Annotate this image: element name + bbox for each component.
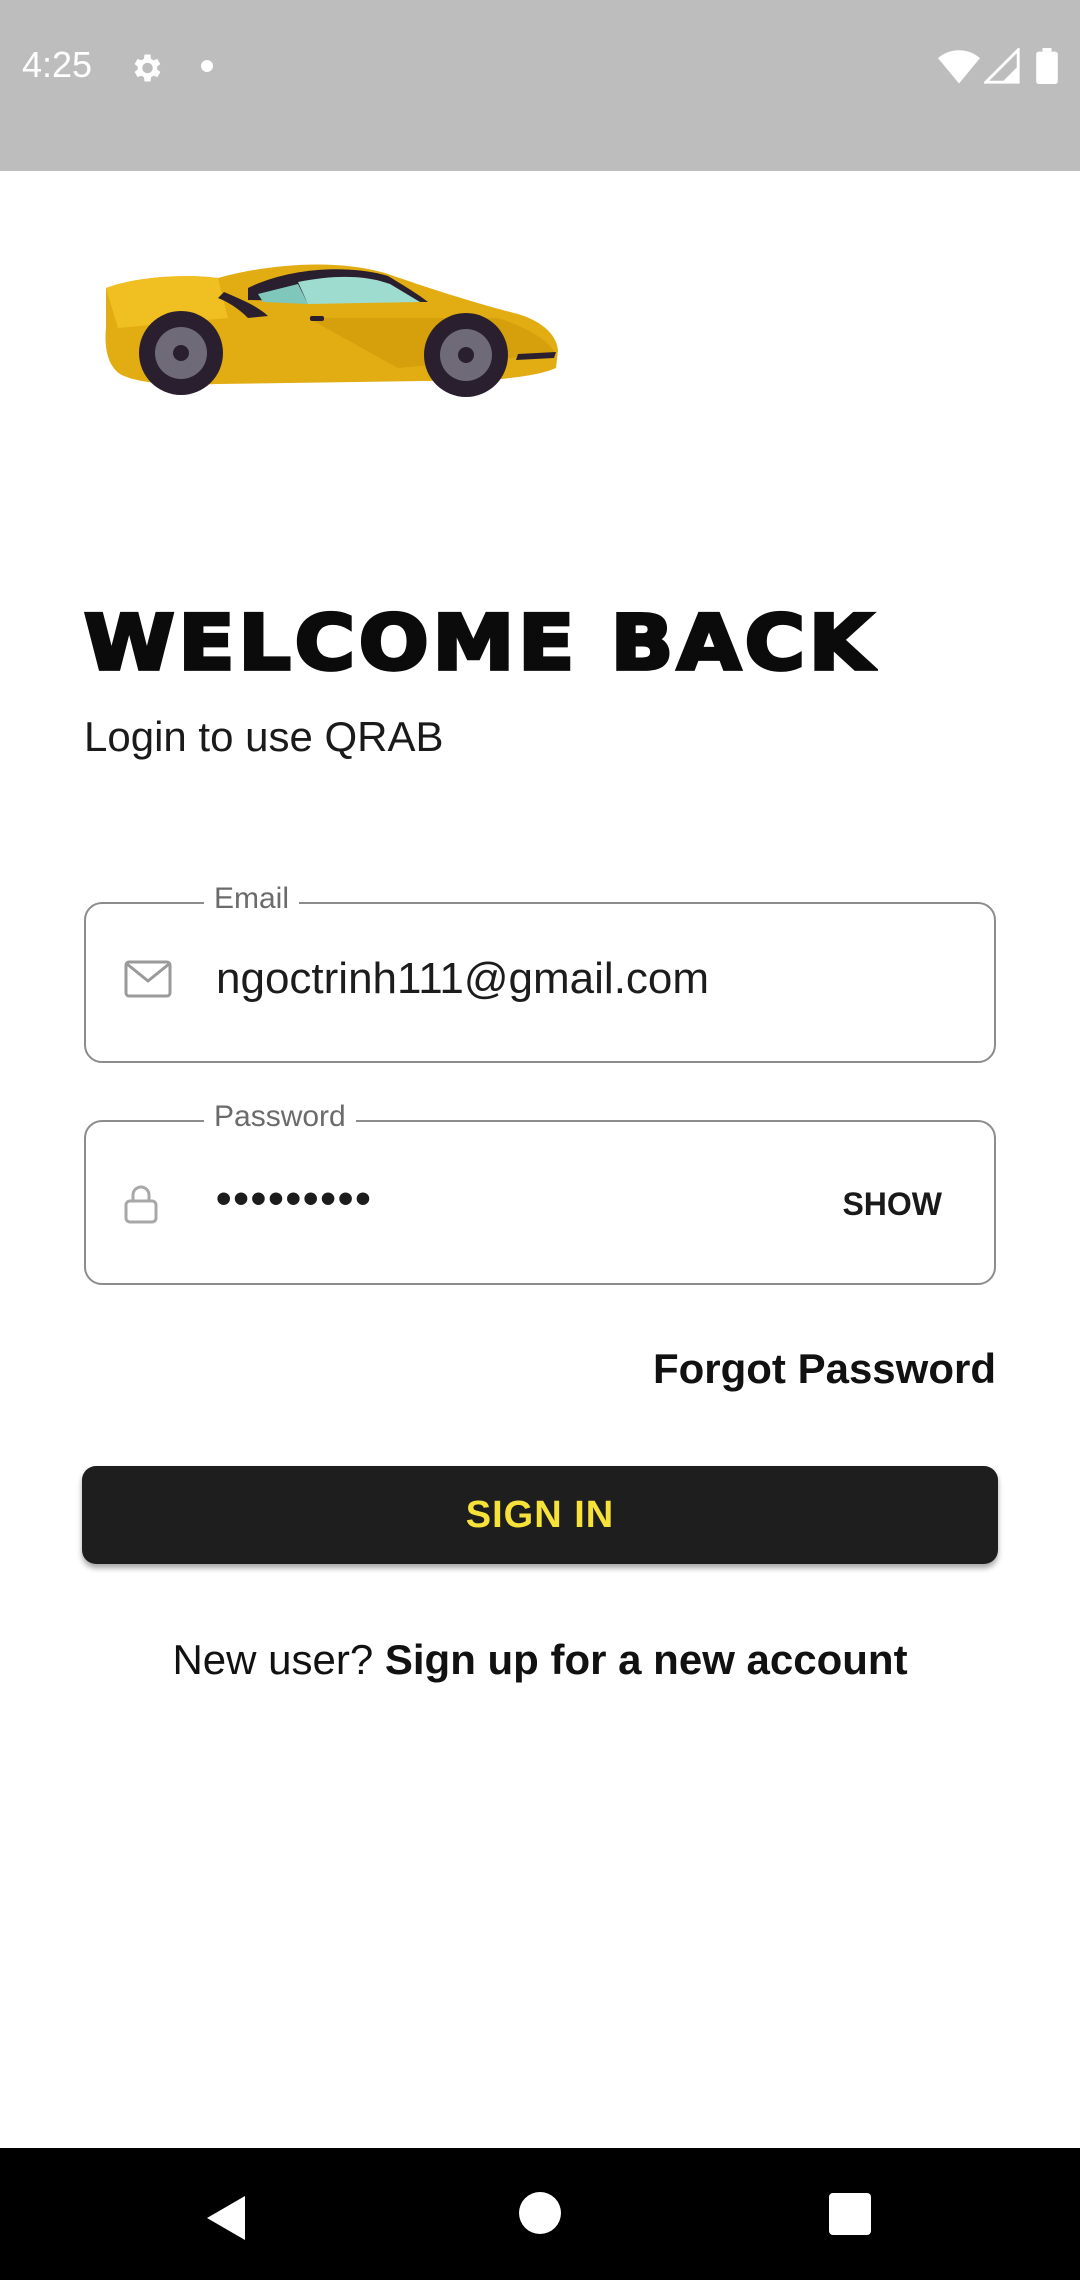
- forgot-password-link[interactable]: Forgot Password: [653, 1345, 996, 1393]
- status-time: 4:25: [22, 44, 93, 85]
- signup-prefix: New user?: [172, 1636, 385, 1683]
- back-icon[interactable]: [205, 2194, 247, 2247]
- wifi-icon: [938, 48, 980, 89]
- gear-icon: [128, 50, 164, 91]
- page-subtitle: Login to use QRAB: [84, 713, 444, 760]
- sports-car-icon: [98, 258, 562, 407]
- sign-in-button[interactable]: SIGN IN: [82, 1466, 998, 1564]
- show-password-button[interactable]: SHOW: [842, 1186, 942, 1223]
- email-field-label: Email: [204, 882, 300, 916]
- page-title: WELCOME BACK: [82, 598, 877, 689]
- password-field[interactable]: Password ••••••••• SHOW: [84, 1100, 996, 1285]
- signup-row: New user? Sign up for a new account: [0, 1636, 1080, 1684]
- signal-icon: [982, 46, 1020, 89]
- notification-dot-icon: [201, 60, 213, 72]
- mail-icon: [124, 960, 172, 1003]
- password-field-label: Password: [204, 1100, 356, 1134]
- recents-icon[interactable]: [829, 2193, 871, 2235]
- battery-icon: [1036, 48, 1058, 89]
- sign-in-label: SIGN IN: [465, 1493, 615, 1536]
- status-bar: 4:25: [0, 0, 1080, 171]
- signup-link[interactable]: Sign up for a new account: [385, 1636, 908, 1683]
- password-input[interactable]: •••••••••: [216, 1174, 373, 1224]
- lock-icon: [124, 1184, 158, 1229]
- email-input[interactable]: ngoctrinh111@gmail.com: [216, 954, 709, 1004]
- home-icon[interactable]: [519, 2192, 561, 2234]
- email-field[interactable]: Email ngoctrinh111@gmail.com: [84, 882, 996, 1063]
